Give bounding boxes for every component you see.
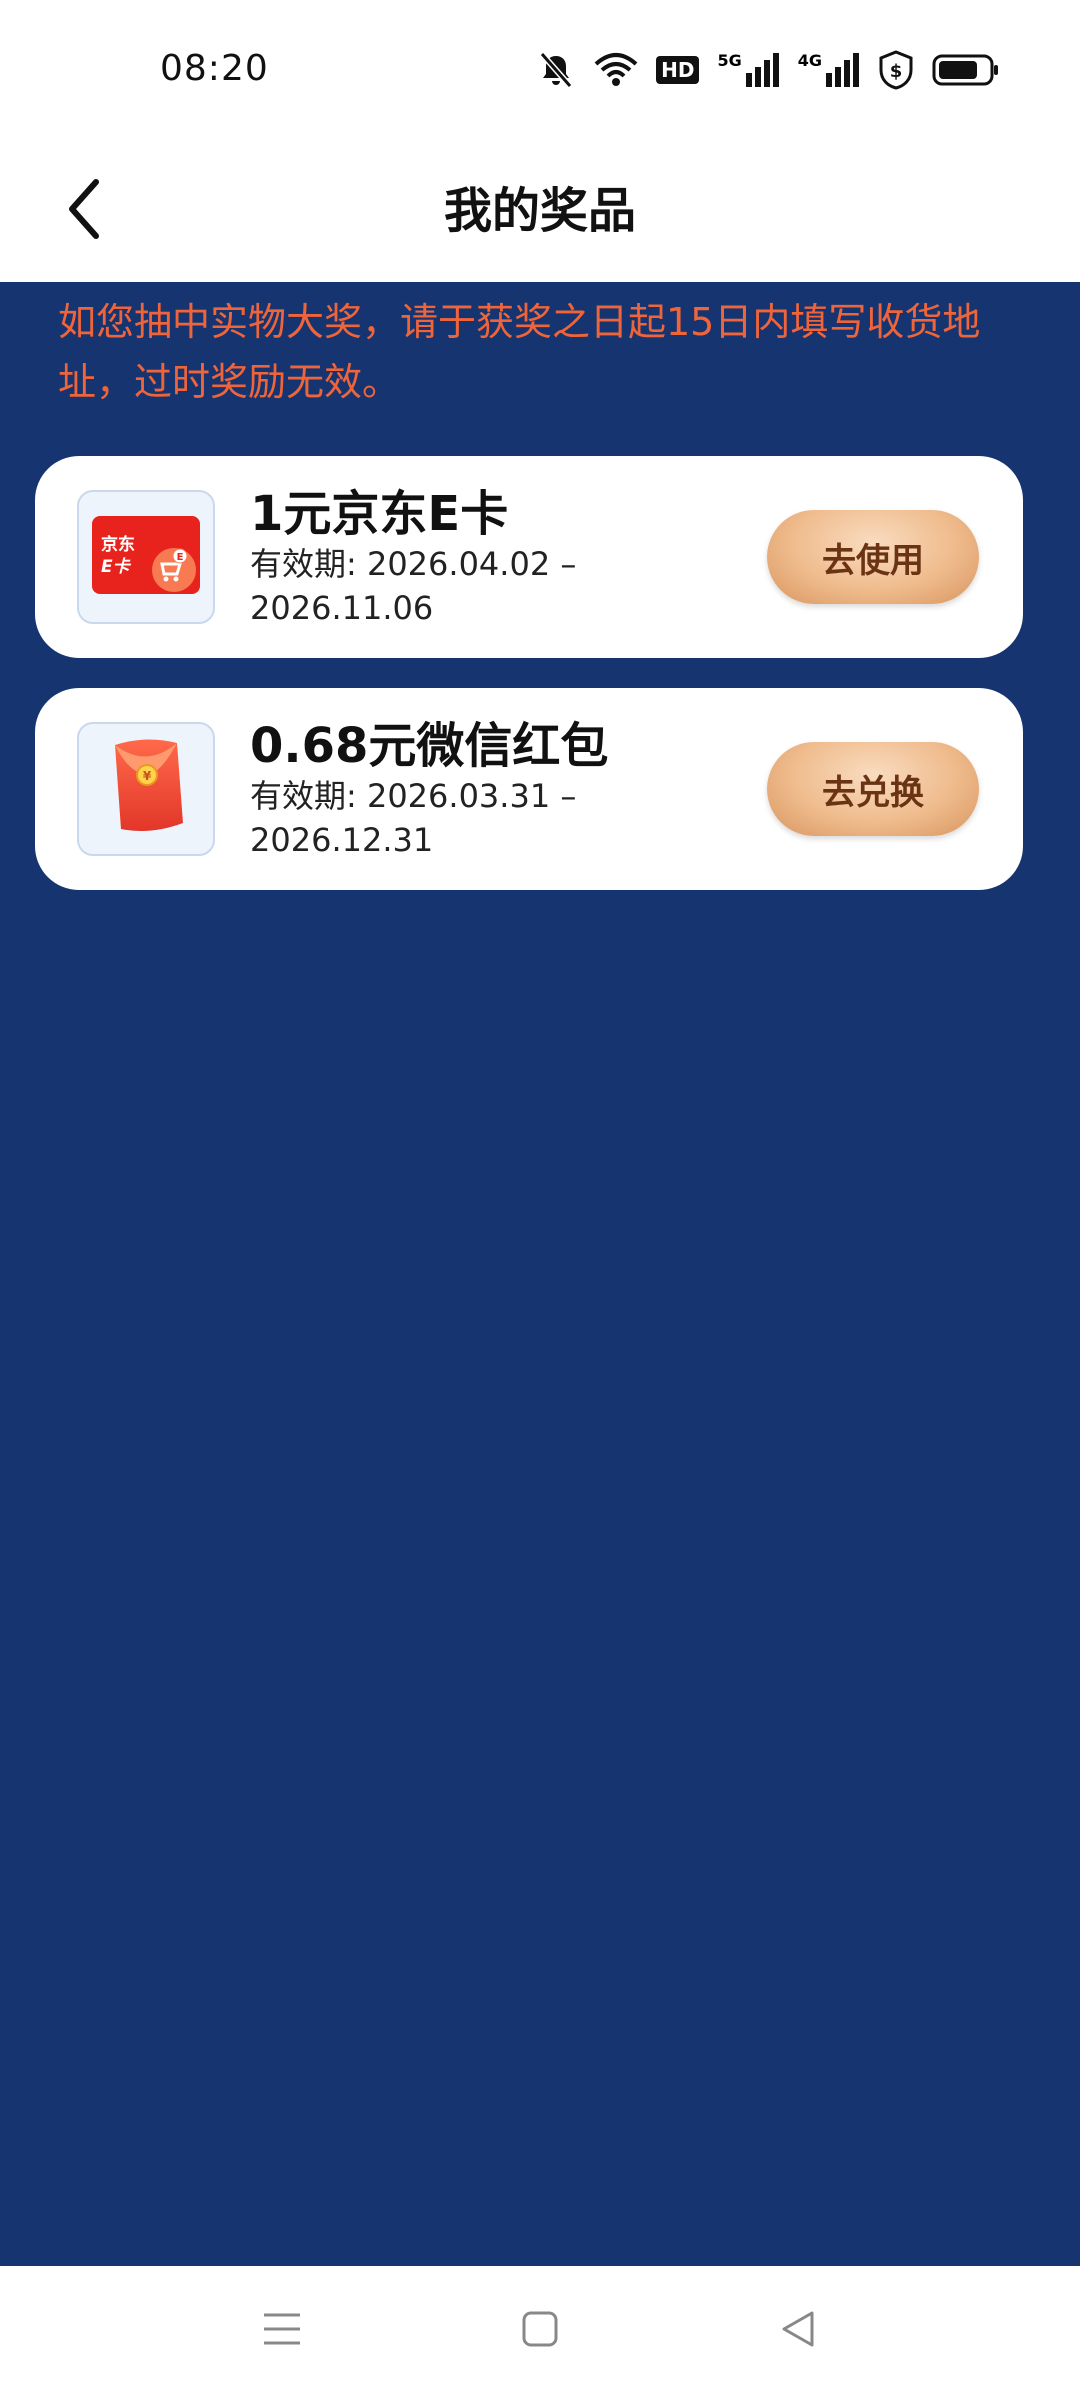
header: 我的奖品: [0, 140, 1080, 282]
menu-icon: [260, 2309, 304, 2353]
svg-text:E: E: [177, 552, 184, 563]
status-time: 08:20: [160, 48, 269, 89]
nav-back-button[interactable]: [758, 2296, 838, 2366]
prize-validity: 有效期: 2026.04.02 – 2026.11.06: [250, 545, 577, 627]
nav-menu-button[interactable]: [242, 2296, 322, 2366]
wifi-icon: [594, 50, 638, 90]
prize-title: 0.68元微信红包: [250, 718, 609, 774]
page-title: 我的奖品: [443, 183, 636, 239]
prize-card: E 京东 E卡 1元京东E卡 有效期: 2026.04.02 – 2026.11…: [35, 456, 1023, 658]
navigation-bar: [0, 2266, 1080, 2400]
main-content: 如您抽中实物大奖，请于获奖之日起15日内填写收货地址，过时奖励无效。 E 京东: [0, 282, 1080, 2266]
4g-signal-icon: 4G: [798, 53, 860, 87]
chevron-left-icon: [60, 174, 110, 248]
mute-icon: [536, 50, 576, 90]
nav-home-button[interactable]: [500, 2296, 580, 2366]
prize-validity: 有效期: 2026.03.31 – 2026.12.31: [250, 777, 577, 859]
5g-signal-icon: 5G: [717, 53, 779, 87]
battery-icon: [932, 53, 1000, 87]
prize-title: 1元京东E卡: [250, 486, 509, 542]
screen: 08:20 HD 5G 4G $ 我的奖品 如您抽中实物大奖，请于获奖之日起15…: [0, 0, 1080, 2400]
svg-text:$: $: [890, 61, 903, 82]
notice-text: 如您抽中实物大奖，请于获奖之日起15日内填写收货地址，过时奖励无效。: [58, 300, 981, 404]
svg-text:¥: ¥: [143, 769, 152, 783]
home-square-icon: [520, 2309, 560, 2353]
shield-dollar-icon: $: [878, 50, 914, 90]
back-triangle-icon: [778, 2309, 818, 2353]
jd-ecard-text-2: E卡: [101, 557, 130, 577]
prize-thumbnail: ¥: [77, 722, 215, 856]
hd-icon: HD: [656, 56, 700, 84]
use-button[interactable]: 去使用: [767, 510, 979, 604]
prize-thumbnail: E 京东 E卡: [77, 490, 215, 624]
prize-card: ¥ 0.68元微信红包 有效期: 2026.03.31 – 2026.12.31…: [35, 688, 1023, 890]
status-bar: 08:20 HD 5G 4G $: [0, 0, 1080, 140]
back-button[interactable]: [40, 166, 130, 256]
red-envelope-icon: ¥: [101, 735, 191, 843]
status-icons: HD 5G 4G $: [536, 50, 1000, 90]
redeem-button[interactable]: 去兑换: [767, 742, 979, 836]
